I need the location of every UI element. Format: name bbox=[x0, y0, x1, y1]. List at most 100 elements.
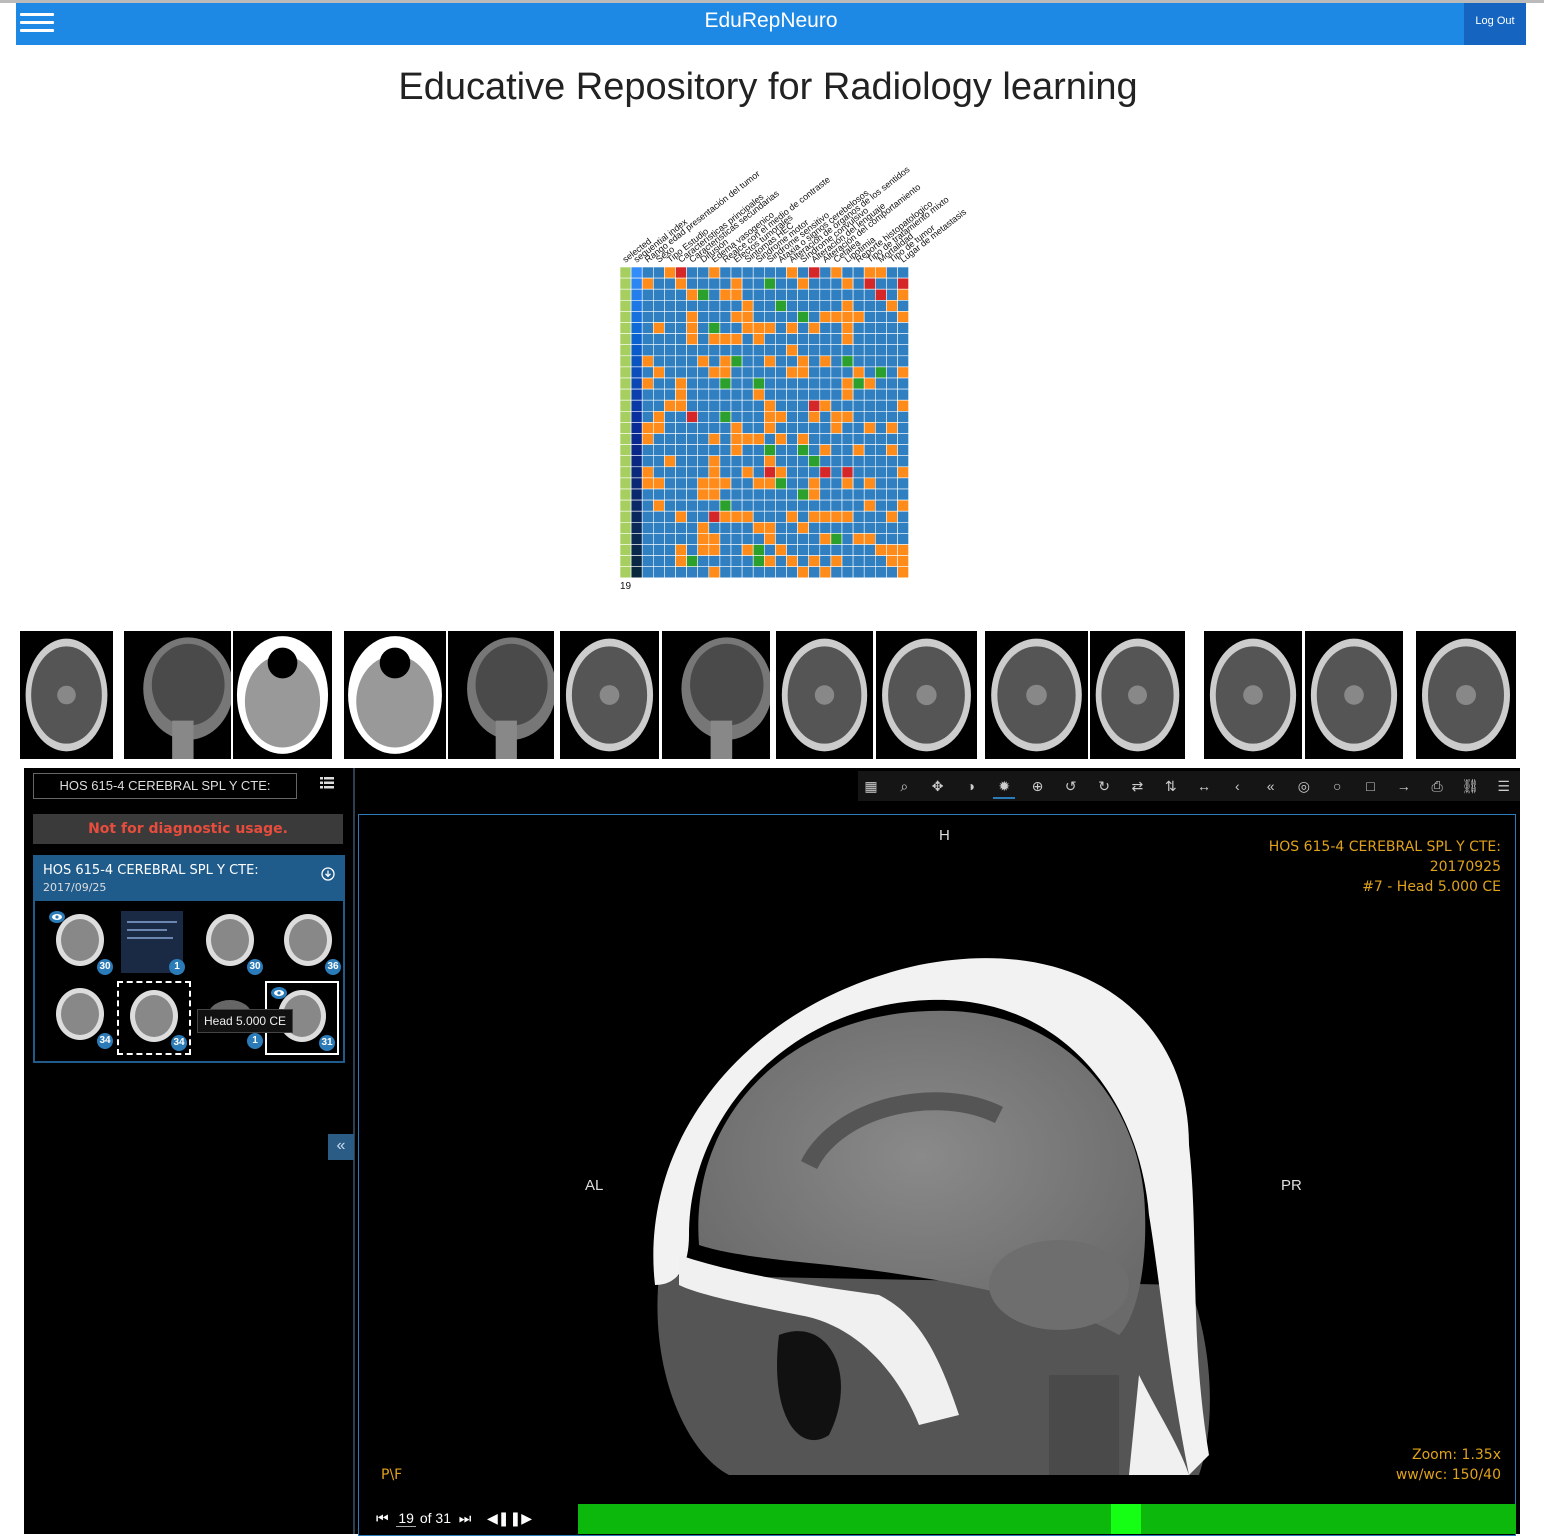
heatmap-cell[interactable] bbox=[863, 521, 876, 534]
heatmap-cell[interactable] bbox=[719, 322, 732, 334]
heatmap-cell[interactable] bbox=[786, 377, 798, 390]
heatmap-cell[interactable] bbox=[652, 388, 665, 401]
heatmap-cell[interactable] bbox=[730, 399, 743, 412]
heatmap-cell[interactable] bbox=[652, 455, 665, 468]
heatmap-cell[interactable] bbox=[741, 333, 754, 346]
heatmap-cell[interactable] bbox=[808, 277, 821, 290]
heatmap-cell[interactable] bbox=[630, 399, 643, 412]
heatmap-cell[interactable] bbox=[841, 477, 854, 490]
heatmap-cell[interactable] bbox=[852, 566, 865, 579]
heatmap-cell[interactable] bbox=[619, 366, 632, 379]
heatmap-cell[interactable] bbox=[830, 466, 843, 479]
heatmap-cell[interactable] bbox=[708, 499, 721, 512]
heatmap-cell[interactable] bbox=[675, 433, 687, 445]
heatmap-cell[interactable] bbox=[641, 499, 654, 512]
heatmap-cell[interactable] bbox=[730, 433, 743, 445]
heatmap-cell[interactable] bbox=[697, 555, 710, 568]
heatmap-cell[interactable] bbox=[819, 521, 832, 534]
heatmap-cell[interactable] bbox=[764, 288, 776, 301]
heatmap-cell[interactable] bbox=[863, 377, 876, 390]
heatmap-cell[interactable] bbox=[863, 533, 876, 545]
heatmap-cell[interactable] bbox=[652, 311, 665, 323]
heatmap-cell[interactable] bbox=[730, 477, 743, 490]
heatmap-cell[interactable] bbox=[808, 422, 821, 434]
heatmap-cell[interactable] bbox=[641, 533, 654, 545]
heatmap-cell[interactable] bbox=[719, 488, 732, 501]
heatmap-cell[interactable] bbox=[775, 433, 787, 445]
heatmap-cell[interactable] bbox=[719, 288, 732, 301]
heatmap-cell[interactable] bbox=[719, 499, 732, 512]
heatmap-cell[interactable] bbox=[652, 399, 665, 412]
heatmap-cell[interactable] bbox=[675, 311, 687, 323]
heatmap-cell[interactable] bbox=[719, 333, 732, 346]
heatmap-cell[interactable] bbox=[897, 488, 909, 501]
heatmap-cell[interactable] bbox=[819, 488, 832, 501]
heatmap-cell[interactable] bbox=[808, 521, 821, 534]
heatmap-cell[interactable] bbox=[863, 499, 876, 512]
heatmap-cell[interactable] bbox=[641, 521, 654, 534]
heatmap-cell[interactable] bbox=[675, 521, 687, 534]
heatmap-cell[interactable] bbox=[797, 510, 810, 523]
heatmap-cell[interactable] bbox=[708, 388, 721, 401]
heatmap-cell[interactable] bbox=[652, 555, 665, 568]
heatmap-cell[interactable] bbox=[675, 422, 687, 434]
heatmap-cell[interactable] bbox=[886, 344, 898, 357]
heatmap-cell[interactable] bbox=[708, 455, 721, 468]
heatmap-cell[interactable] bbox=[675, 555, 687, 568]
heatmap-cell[interactable] bbox=[830, 555, 843, 568]
heatmap-cell[interactable] bbox=[664, 377, 676, 390]
double-chevron-left-icon[interactable]: « bbox=[1260, 775, 1282, 797]
heatmap-cell[interactable] bbox=[797, 533, 810, 545]
heatmap-cell[interactable] bbox=[686, 288, 698, 301]
heatmap-cell[interactable] bbox=[686, 300, 698, 312]
heatmap-cell[interactable] bbox=[886, 300, 898, 312]
heatmap-cell[interactable] bbox=[630, 544, 643, 556]
heatmap-cell[interactable] bbox=[619, 388, 632, 401]
logout-button[interactable]: Log Out bbox=[1464, 3, 1526, 45]
heatmap-cell[interactable] bbox=[897, 466, 909, 479]
heatmap-cell[interactable] bbox=[863, 555, 876, 568]
heatmap-cell[interactable] bbox=[741, 288, 754, 301]
heatmap-cell[interactable] bbox=[797, 322, 810, 334]
heatmap-cell[interactable] bbox=[730, 566, 743, 579]
heatmap-cell[interactable] bbox=[808, 266, 821, 279]
heatmap-cell[interactable] bbox=[786, 410, 798, 423]
heatmap-cell[interactable] bbox=[808, 322, 821, 334]
heatmap-cell[interactable] bbox=[741, 311, 754, 323]
heatmap-cell[interactable] bbox=[764, 399, 776, 412]
heatmap-cell[interactable] bbox=[752, 555, 765, 568]
case-thumbnail[interactable] bbox=[233, 631, 332, 759]
heatmap-cell[interactable] bbox=[830, 477, 843, 490]
heatmap-cell[interactable] bbox=[664, 399, 676, 412]
contrast-icon[interactable]: ◑ bbox=[960, 775, 982, 797]
last-frame-icon[interactable]: ⏭ bbox=[459, 1510, 472, 1526]
heatmap-cell[interactable] bbox=[686, 266, 698, 279]
heatmap-cell[interactable] bbox=[775, 444, 787, 457]
heatmap-cell[interactable] bbox=[752, 344, 765, 357]
square-icon[interactable]: □ bbox=[1360, 775, 1382, 797]
heatmap-cell[interactable] bbox=[719, 266, 732, 279]
heatmap-cell[interactable] bbox=[741, 366, 754, 379]
heatmap-cell[interactable] bbox=[619, 410, 632, 423]
feature-heatmap[interactable]: selectedsequential indexRango edad prese… bbox=[600, 140, 1000, 610]
heatmap-cell[interactable] bbox=[841, 399, 854, 412]
series-thumbnail[interactable]: 34 bbox=[45, 981, 115, 1051]
heatmap-cell[interactable] bbox=[664, 499, 676, 512]
heatmap-cell[interactable] bbox=[730, 266, 743, 279]
heatmap-cell[interactable] bbox=[808, 288, 821, 301]
heatmap-cell[interactable] bbox=[874, 322, 887, 334]
case-thumbnail[interactable] bbox=[985, 631, 1088, 759]
heatmap-cell[interactable] bbox=[741, 344, 754, 357]
heatmap-cell[interactable] bbox=[641, 566, 654, 579]
heatmap-cell[interactable] bbox=[764, 466, 776, 479]
heatmap-cell[interactable] bbox=[752, 466, 765, 479]
heatmap-cell[interactable] bbox=[886, 521, 898, 534]
heatmap-cell[interactable] bbox=[719, 533, 732, 545]
heatmap-cell[interactable] bbox=[808, 466, 821, 479]
heatmap-cell[interactable] bbox=[786, 333, 798, 346]
heatmap-cell[interactable] bbox=[863, 433, 876, 445]
heatmap-cell[interactable] bbox=[786, 488, 798, 501]
heatmap-cell[interactable] bbox=[664, 510, 676, 523]
heatmap-cell[interactable] bbox=[708, 300, 721, 312]
zoom-in-icon[interactable]: ⊕ bbox=[1027, 775, 1049, 797]
